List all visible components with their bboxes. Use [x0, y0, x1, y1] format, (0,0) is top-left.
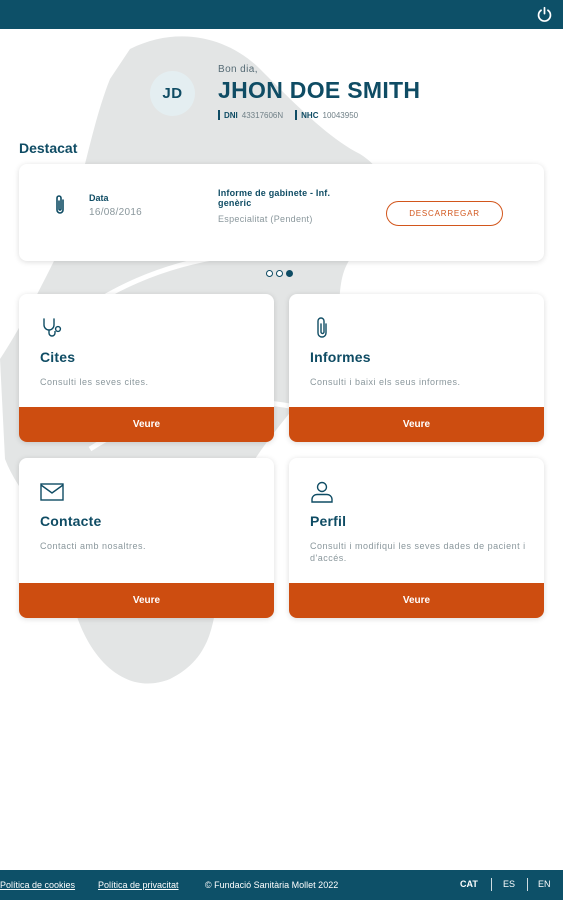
cites-view-button[interactable]: Veure — [19, 407, 274, 442]
card-description: Consulti i baixi els seus informes. — [310, 377, 461, 387]
divider — [295, 110, 298, 120]
nhc-item: NHC 10043950 — [295, 110, 358, 120]
card-perfil: Perfil Consulti i modifiqui les seves da… — [289, 458, 544, 618]
card-informes: Informes Consulti i baixi els seus infor… — [289, 294, 544, 442]
paperclip-icon — [317, 317, 327, 338]
card-cites: Cites Consulti les seves cites. Veure — [19, 294, 274, 442]
featured-card: Data 16/08/2016 Informe de gabinete - In… — [19, 164, 544, 261]
nhc-value: 10043950 — [322, 110, 359, 120]
avatar-initials: JD — [162, 85, 183, 102]
card-description: Consulti i modifiqui les seves dades de … — [310, 541, 526, 563]
language-en[interactable]: EN — [538, 879, 551, 889]
paperclip-icon — [56, 195, 64, 214]
download-button[interactable]: DESCARREGAR — [386, 201, 503, 226]
dni-item: DNI 43317606N — [218, 110, 283, 120]
user-icon — [311, 481, 333, 503]
card-title: Informes — [310, 349, 371, 365]
card-title: Perfil — [310, 513, 347, 529]
avatar: JD — [150, 71, 195, 116]
dni-label: DNI — [224, 110, 238, 120]
stethoscope-icon — [43, 318, 62, 337]
date-label: Data — [89, 193, 109, 203]
user-name: JHON DOE SMITH — [218, 77, 421, 103]
mail-icon — [40, 483, 64, 501]
language-es[interactable]: ES — [503, 879, 515, 889]
carousel-dot-2[interactable] — [276, 270, 283, 277]
cookies-policy-link[interactable]: Política de cookies — [0, 880, 75, 890]
greeting: Bon dia, — [218, 64, 258, 75]
informes-view-button[interactable]: Veure — [289, 407, 544, 442]
card-description: Consulti les seves cites. — [40, 377, 149, 387]
patient-ids: DNI 43317606N NHC 10043950 — [218, 110, 370, 120]
card-title: Cites — [40, 349, 76, 365]
carousel-dots — [266, 270, 296, 277]
contacte-view-button[interactable]: Veure — [19, 583, 274, 618]
perfil-view-button[interactable]: Veure — [289, 583, 544, 618]
report-title: Informe de gabinete - Inf. genèric — [218, 188, 331, 208]
divider — [218, 110, 220, 120]
date-value: 16/08/2016 — [89, 207, 143, 218]
language-cat[interactable]: CAT — [460, 879, 478, 889]
language-divider — [527, 878, 528, 891]
card-title: Contacte — [40, 513, 102, 529]
footer: Política de cookies Política de privacit… — [0, 870, 563, 900]
privacy-policy-link[interactable]: Política de privacitat — [98, 880, 179, 890]
section-title: Destacat — [19, 140, 78, 156]
language-divider — [491, 878, 492, 891]
report-subtitle: Especialitat (Pendent) — [218, 214, 313, 224]
card-contacte: Contacte Contacti amb nosaltres. Veure — [19, 458, 274, 618]
card-description: Contacti amb nosaltres. — [40, 541, 147, 551]
carousel-dot-1[interactable] — [266, 270, 273, 277]
carousel-dot-3[interactable] — [286, 270, 293, 277]
dni-value: 43317606N — [241, 110, 284, 120]
nhc-label: NHC — [301, 110, 319, 120]
copyright: © Fundació Sanitària Mollet 2022 — [205, 880, 339, 890]
